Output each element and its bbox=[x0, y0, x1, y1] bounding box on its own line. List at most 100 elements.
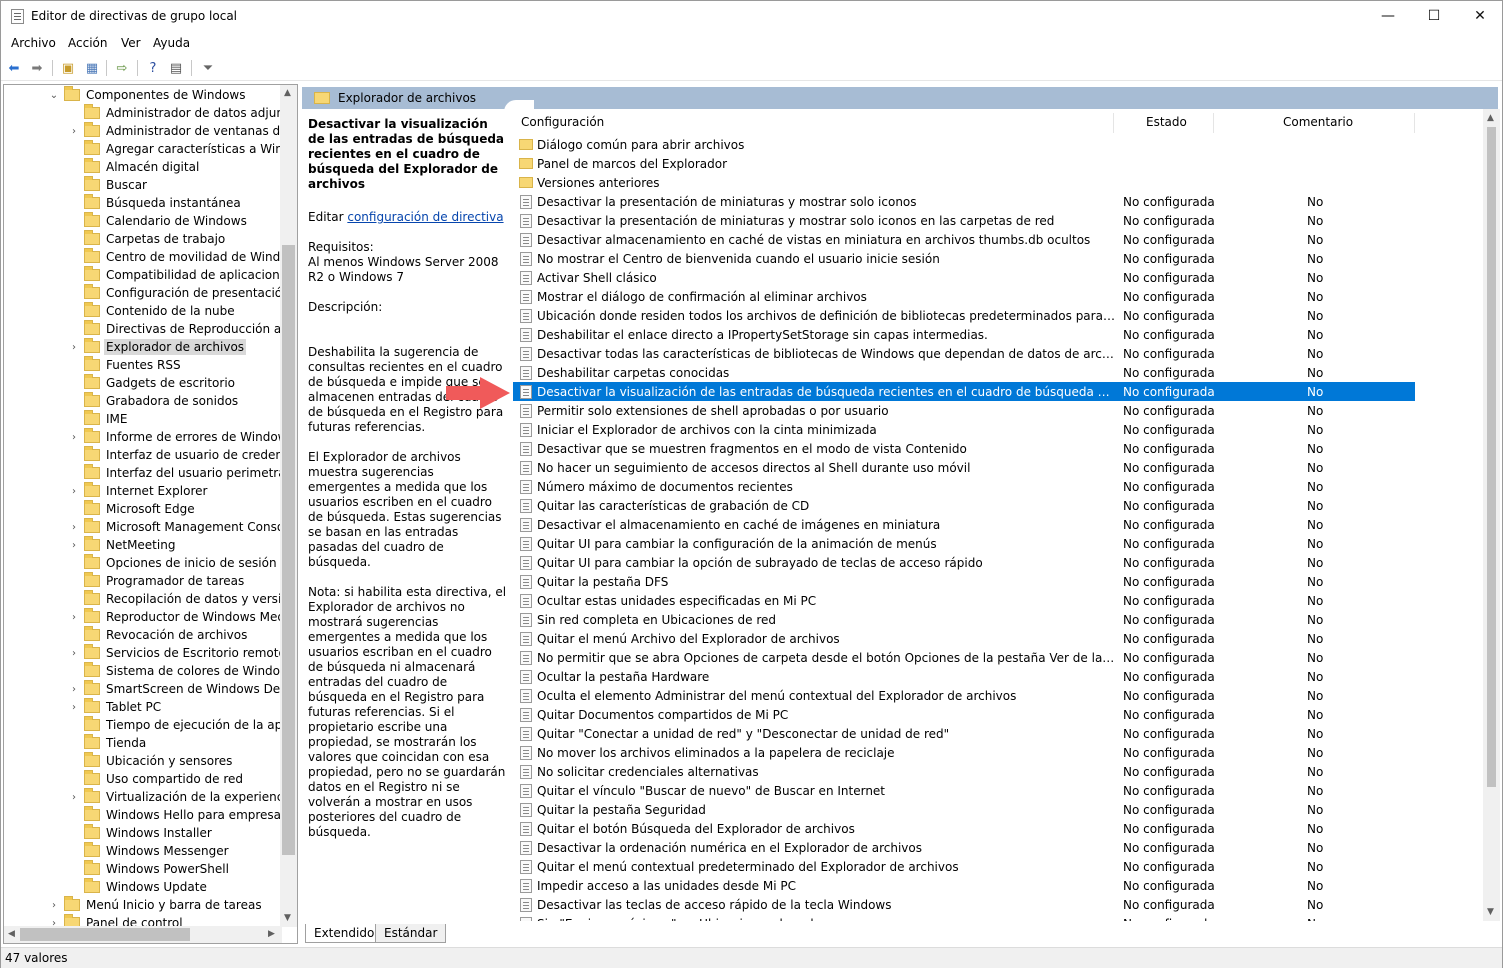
tree-item[interactable]: Revocación de archivos bbox=[68, 626, 249, 644]
policy-row[interactable]: Desactivar el almacenamiento en caché de… bbox=[513, 515, 1415, 534]
expand-chevron-icon[interactable]: › bbox=[68, 792, 80, 803]
tree-item[interactable]: › Microsoft Management Console bbox=[68, 518, 297, 536]
policy-row[interactable]: Desactivar la ordenación numérica en el … bbox=[513, 838, 1415, 857]
tree-item[interactable]: › Servicios de Escritorio remoto bbox=[68, 644, 288, 662]
tree-item[interactable]: Windows Hello para empresas bbox=[68, 806, 289, 824]
scroll-down-icon[interactable]: ▼ bbox=[1487, 907, 1494, 917]
menu-archivo[interactable]: Archivo bbox=[11, 36, 56, 50]
tree-item[interactable]: Directivas de Reproducción autor bbox=[68, 320, 297, 338]
policy-row[interactable]: Ocultar la pestaña Hardware No configurad… bbox=[513, 667, 1415, 686]
tree-item[interactable]: › NetMeeting bbox=[68, 536, 177, 554]
show-hide-tree-icon[interactable]: ▦ bbox=[83, 59, 101, 77]
tree-item[interactable]: Calendario de Windows bbox=[68, 212, 249, 230]
tree-item[interactable]: Tiempo de ejecución de la aplicac bbox=[68, 716, 297, 734]
tree-item-menu-inicio[interactable]: › Menú Inicio y barra de tareas bbox=[48, 896, 264, 914]
policy-row[interactable]: Desactivar la presentación de miniaturas… bbox=[513, 211, 1415, 230]
tree-item[interactable]: Administrador de datos adjuntos bbox=[68, 104, 297, 122]
scroll-up-icon[interactable]: ▲ bbox=[1487, 113, 1494, 123]
policy-row[interactable]: Desactivar la visualización de las entra… bbox=[513, 382, 1415, 401]
policy-row[interactable]: Quitar el menú contextual predeterminado… bbox=[513, 857, 1415, 876]
policy-row[interactable]: No mostrar el Centro de bienvenida cuand… bbox=[513, 249, 1415, 268]
policy-row[interactable]: Desactivar la presentación de miniaturas… bbox=[513, 192, 1415, 211]
scroll-down-icon[interactable]: ▼ bbox=[284, 913, 291, 923]
tree-item[interactable]: › Tablet PC bbox=[68, 698, 163, 716]
tab-extendido[interactable]: Extendido bbox=[305, 924, 384, 943]
tree-item[interactable]: Carpetas de trabajo bbox=[68, 230, 227, 248]
column-header-config[interactable]: Configuración bbox=[521, 109, 604, 135]
column-separator[interactable] bbox=[1414, 113, 1415, 133]
folder-row[interactable]: Versiones anteriores bbox=[513, 173, 1415, 192]
policy-row[interactable]: Quitar "Conectar a unidad de red" y "Des… bbox=[513, 724, 1415, 743]
policy-row[interactable]: Desactivar almacenamiento en caché de vi… bbox=[513, 230, 1415, 249]
tree-item[interactable]: › Reproductor de Windows Media bbox=[68, 608, 297, 626]
policy-row[interactable]: No solicitar credenciales alternativas No… bbox=[513, 762, 1415, 781]
tree-item[interactable]: › Virtualización de la experiencia de bbox=[68, 788, 297, 806]
tree-item[interactable]: Opciones de inicio de sesión de V bbox=[68, 554, 297, 572]
policy-row[interactable]: Desactivar que se muestren fragmentos en… bbox=[513, 439, 1415, 458]
tree-item[interactable]: Windows PowerShell bbox=[68, 860, 231, 878]
menu-ayuda[interactable]: Ayuda bbox=[153, 36, 190, 50]
expand-chevron-icon[interactable]: › bbox=[68, 522, 80, 533]
policy-row[interactable]: Número máximo de documentos recientes No … bbox=[513, 477, 1415, 496]
help-icon[interactable]: ? bbox=[144, 59, 162, 77]
expand-chevron-icon[interactable]: › bbox=[68, 684, 80, 695]
tree-item[interactable]: Interfaz del usuario perimetral bbox=[68, 464, 291, 482]
policy-row[interactable]: Mostrar el diálogo de confirmación al el… bbox=[513, 287, 1415, 306]
folder-row[interactable]: Panel de marcos del Explorador bbox=[513, 154, 1415, 173]
tree-horizontal-scrollbar[interactable]: ◀ ▶ bbox=[4, 926, 282, 943]
filter-icon[interactable]: ⏷ bbox=[199, 59, 217, 77]
tree-item[interactable]: Fuentes RSS bbox=[68, 356, 183, 374]
scroll-thumb[interactable] bbox=[282, 245, 295, 855]
tree-item[interactable]: Agregar características a Window bbox=[68, 140, 297, 158]
policy-row[interactable]: Activar Shell clásico No configurada No bbox=[513, 268, 1415, 287]
tree-item[interactable]: › Informe de errores de Windows bbox=[68, 428, 296, 446]
back-arrow-icon[interactable]: ⬅ bbox=[5, 59, 23, 77]
expand-chevron-icon[interactable]: › bbox=[68, 432, 80, 443]
tree-item[interactable]: › Internet Explorer bbox=[68, 482, 209, 500]
tree-item[interactable]: Interfaz de usuario de credenciale bbox=[68, 446, 297, 464]
policy-row[interactable]: Quitar UI para cambiar la opción de subr… bbox=[513, 553, 1415, 572]
policy-row[interactable]: Quitar el vínculo "Buscar de nuevo" de B… bbox=[513, 781, 1415, 800]
scroll-thumb[interactable] bbox=[1487, 127, 1496, 787]
policy-row[interactable]: Quitar Documentos compartidos de Mi PC No… bbox=[513, 705, 1415, 724]
policy-row[interactable]: Quitar el menú Archivo del Explorador de… bbox=[513, 629, 1415, 648]
policy-row[interactable]: Sin "Equipos próximos" en Ubicaciones de… bbox=[513, 914, 1415, 921]
tree-item[interactable]: IME bbox=[68, 410, 129, 428]
tree-item[interactable]: Windows Installer bbox=[68, 824, 214, 842]
policy-row[interactable]: No hacer un seguimiento de accesos direc… bbox=[513, 458, 1415, 477]
expand-chevron-icon[interactable]: › bbox=[68, 702, 80, 713]
tree-item[interactable]: Configuración de presentación bbox=[68, 284, 292, 302]
tree-item[interactable]: › Explorador de archivos bbox=[68, 338, 247, 356]
maximize-button[interactable]: ☐ bbox=[1411, 1, 1457, 31]
export-list-icon[interactable]: ⇨ bbox=[113, 59, 131, 77]
minimize-button[interactable]: — bbox=[1365, 1, 1411, 31]
folder-row[interactable]: Diálogo común para abrir archivos bbox=[513, 135, 1415, 154]
tree-item[interactable]: Grabadora de sonidos bbox=[68, 392, 240, 410]
policy-row[interactable]: Impedir acceso a las unidades desde Mi P… bbox=[513, 876, 1415, 895]
tree-item[interactable]: › Administrador de ventanas del es bbox=[68, 122, 297, 140]
policy-row[interactable]: Quitar la pestaña DFS No configurada No bbox=[513, 572, 1415, 591]
policy-row[interactable]: No mover los archivos eliminados a la pa… bbox=[513, 743, 1415, 762]
expand-chevron-icon[interactable]: › bbox=[68, 612, 80, 623]
column-separator[interactable] bbox=[1213, 113, 1214, 133]
tree-item[interactable]: Compatibilidad de aplicaciones bbox=[68, 266, 295, 284]
collapse-chevron-icon[interactable]: ⌄ bbox=[48, 90, 60, 101]
tree-item[interactable]: Tienda bbox=[68, 734, 148, 752]
menu-accion[interactable]: Acción bbox=[68, 36, 107, 50]
tree-item[interactable]: Recopilación de datos y versiones bbox=[68, 590, 297, 608]
policy-row[interactable]: Quitar la pestaña Seguridad No configurad… bbox=[513, 800, 1415, 819]
tree-vertical-scrollbar[interactable]: ▲ ▼ bbox=[280, 85, 297, 927]
column-separator[interactable] bbox=[1113, 113, 1114, 133]
tree-item[interactable]: Programador de tareas bbox=[68, 572, 246, 590]
tree-item[interactable]: Búsqueda instantánea bbox=[68, 194, 243, 212]
scroll-left-icon[interactable]: ◀ bbox=[8, 929, 15, 939]
tree-item[interactable]: Almacén digital bbox=[68, 158, 201, 176]
tree-item[interactable]: Microsoft Edge bbox=[68, 500, 197, 518]
expand-chevron-icon[interactable]: › bbox=[68, 540, 80, 551]
edit-policy-link[interactable]: configuración de directiva bbox=[347, 210, 503, 224]
policy-row[interactable]: No permitir que se abra Opciones de carp… bbox=[513, 648, 1415, 667]
tree-root[interactable]: ⌄ Componentes de Windows bbox=[48, 86, 248, 104]
policy-row[interactable]: Iniciar el Explorador de archivos con la… bbox=[513, 420, 1415, 439]
policy-row[interactable]: Permitir solo extensiones de shell aprob… bbox=[513, 401, 1415, 420]
policy-row[interactable]: Quitar UI para cambiar la configuración … bbox=[513, 534, 1415, 553]
